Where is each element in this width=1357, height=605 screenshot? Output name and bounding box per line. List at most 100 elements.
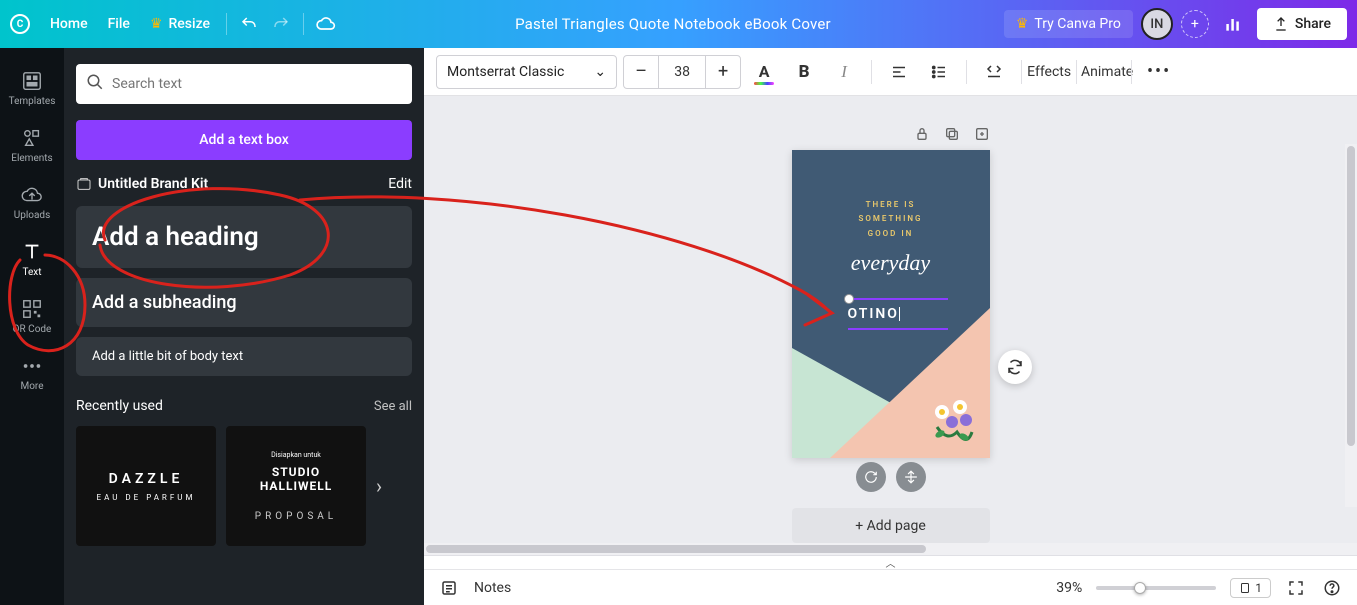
try-pro-button[interactable]: ♛ Try Canva Pro bbox=[1004, 10, 1133, 38]
resize-handle[interactable] bbox=[844, 294, 854, 304]
separator bbox=[1076, 60, 1077, 84]
insights-button[interactable] bbox=[1217, 8, 1249, 40]
font-size-increase[interactable]: + bbox=[706, 56, 740, 88]
help-button[interactable] bbox=[1321, 577, 1343, 599]
share-label: Share bbox=[1295, 16, 1331, 32]
spacing-button[interactable] bbox=[977, 55, 1011, 89]
crown-icon: ♛ bbox=[1016, 16, 1029, 32]
upload-icon bbox=[1273, 16, 1289, 32]
rail-text[interactable]: Text bbox=[0, 229, 64, 286]
add-page-button[interactable]: + Add page bbox=[792, 508, 990, 543]
help-icon bbox=[1323, 579, 1341, 597]
share-button[interactable]: Share bbox=[1257, 8, 1347, 40]
edit-brand-kit[interactable]: Edit bbox=[388, 176, 412, 192]
notes-icon-button[interactable] bbox=[438, 577, 460, 599]
quote-script-text[interactable]: everyday bbox=[792, 250, 990, 276]
regenerate-button[interactable] bbox=[998, 350, 1032, 384]
vertical-scrollbar[interactable] bbox=[1345, 144, 1357, 507]
italic-button[interactable]: I bbox=[827, 55, 861, 89]
next-templates-button[interactable]: › bbox=[376, 474, 382, 498]
elements-icon bbox=[21, 127, 43, 149]
brand-kit-row: Untitled Brand Kit Edit bbox=[76, 176, 412, 192]
page-action-icons bbox=[792, 126, 990, 142]
notes-label[interactable]: Notes bbox=[474, 580, 511, 596]
redo-button[interactable] bbox=[265, 8, 297, 40]
page-indicator[interactable]: 1 bbox=[1230, 578, 1271, 598]
font-size-decrease[interactable]: – bbox=[624, 56, 658, 88]
home-button[interactable]: Home bbox=[40, 10, 98, 38]
rail-templates[interactable]: Templates bbox=[0, 58, 64, 115]
zoom-level[interactable]: 39% bbox=[1056, 580, 1082, 596]
search-box[interactable] bbox=[76, 64, 412, 104]
rail-label: Elements bbox=[11, 153, 52, 164]
font-size-value[interactable]: 38 bbox=[658, 56, 706, 88]
text-toolbar: Montserrat Classic ⌄ – 38 + A B I bbox=[424, 48, 1357, 96]
resize-button[interactable]: ♛ Resize bbox=[140, 10, 220, 38]
list-icon bbox=[930, 63, 948, 81]
template-text: DAZZLE bbox=[109, 471, 184, 487]
add-text-box-button[interactable]: Add a text box bbox=[76, 120, 412, 160]
expand-icon bbox=[1287, 579, 1305, 597]
cloud-status[interactable] bbox=[310, 8, 342, 40]
font-family-select[interactable]: Montserrat Classic ⌄ bbox=[436, 55, 617, 89]
fullscreen-button[interactable] bbox=[1285, 577, 1307, 599]
search-icon bbox=[86, 73, 104, 95]
rotate-button[interactable] bbox=[856, 462, 886, 492]
top-bar: C Home File ♛ Resize Pastel Triangles Qu… bbox=[0, 0, 1357, 48]
list-button[interactable] bbox=[922, 55, 956, 89]
undo-button[interactable] bbox=[233, 8, 265, 40]
page-strip-toggle[interactable]: ︿ bbox=[424, 555, 1357, 569]
canvas-viewport[interactable]: THERE IS SOMETHING GOOD IN everyday OTIN… bbox=[424, 96, 1357, 543]
templates-icon bbox=[21, 70, 43, 92]
add-heading-option[interactable]: Add a heading bbox=[76, 206, 412, 268]
rail-more[interactable]: More bbox=[0, 343, 64, 400]
editor-area: Montserrat Classic ⌄ – 38 + A B I bbox=[424, 48, 1357, 605]
rail-label: Text bbox=[22, 267, 41, 278]
chevron-up-icon: ︿ bbox=[886, 555, 896, 570]
add-page-icon[interactable] bbox=[974, 126, 990, 142]
flower-graphic[interactable] bbox=[922, 392, 982, 452]
duplicate-icon[interactable] bbox=[944, 126, 960, 142]
quote-text[interactable]: THERE IS SOMETHING GOOD IN bbox=[792, 198, 990, 241]
template-text: Disiapkan untuk bbox=[271, 451, 321, 459]
zoom-slider[interactable] bbox=[1096, 586, 1216, 590]
effects-button[interactable]: Effects bbox=[1032, 55, 1066, 89]
font-size-stepper: – 38 + bbox=[623, 55, 741, 89]
add-body-text-option[interactable]: Add a little bit of body text bbox=[76, 337, 412, 376]
see-all-link[interactable]: See all bbox=[374, 399, 412, 414]
more-options-button[interactable]: ••• bbox=[1142, 55, 1176, 89]
recent-template-item[interactable]: DAZZLE EAU DE PARFUM bbox=[76, 426, 216, 546]
alignment-button[interactable] bbox=[882, 55, 916, 89]
font-name: Montserrat Classic bbox=[447, 64, 564, 80]
design-canvas[interactable]: THERE IS SOMETHING GOOD IN everyday OTIN… bbox=[792, 150, 990, 458]
file-menu[interactable]: File bbox=[98, 10, 140, 38]
notes-icon bbox=[440, 579, 458, 597]
rail-uploads[interactable]: Uploads bbox=[0, 172, 64, 229]
chevron-down-icon: ⌄ bbox=[594, 64, 606, 80]
text-color-button[interactable]: A bbox=[747, 55, 781, 89]
separator bbox=[303, 13, 304, 35]
document-title[interactable]: Pastel Triangles Quote Notebook eBook Co… bbox=[342, 15, 1004, 33]
move-button[interactable] bbox=[896, 462, 926, 492]
text-icon bbox=[21, 241, 43, 263]
recent-template-item[interactable]: Disiapkan untuk STUDIO HALLIWELL PROPOSA… bbox=[226, 426, 366, 546]
avatar[interactable]: IN bbox=[1141, 8, 1173, 40]
rail-qrcode[interactable]: QR Code bbox=[0, 286, 64, 343]
search-input[interactable] bbox=[112, 76, 402, 92]
active-text-element[interactable]: OTINO bbox=[848, 298, 948, 330]
lock-icon[interactable] bbox=[914, 126, 930, 142]
rail-elements[interactable]: Elements bbox=[0, 115, 64, 172]
rotate-icon bbox=[864, 470, 878, 484]
editing-text-value[interactable]: OTINO bbox=[848, 306, 899, 322]
separator bbox=[226, 13, 227, 35]
canva-logo[interactable]: C bbox=[10, 14, 30, 34]
animate-button[interactable]: Animate bbox=[1087, 55, 1121, 89]
add-member-button[interactable]: + bbox=[1181, 10, 1209, 38]
horizontal-scrollbar[interactable] bbox=[424, 543, 1357, 555]
zoom-thumb[interactable] bbox=[1134, 582, 1146, 594]
brand-kit-name[interactable]: Untitled Brand Kit bbox=[98, 176, 208, 192]
bold-button[interactable]: B bbox=[787, 55, 821, 89]
add-subheading-option[interactable]: Add a subheading bbox=[76, 278, 412, 327]
recent-templates: DAZZLE EAU DE PARFUM Disiapkan untuk STU… bbox=[76, 426, 412, 546]
rail-label: Uploads bbox=[14, 210, 50, 221]
